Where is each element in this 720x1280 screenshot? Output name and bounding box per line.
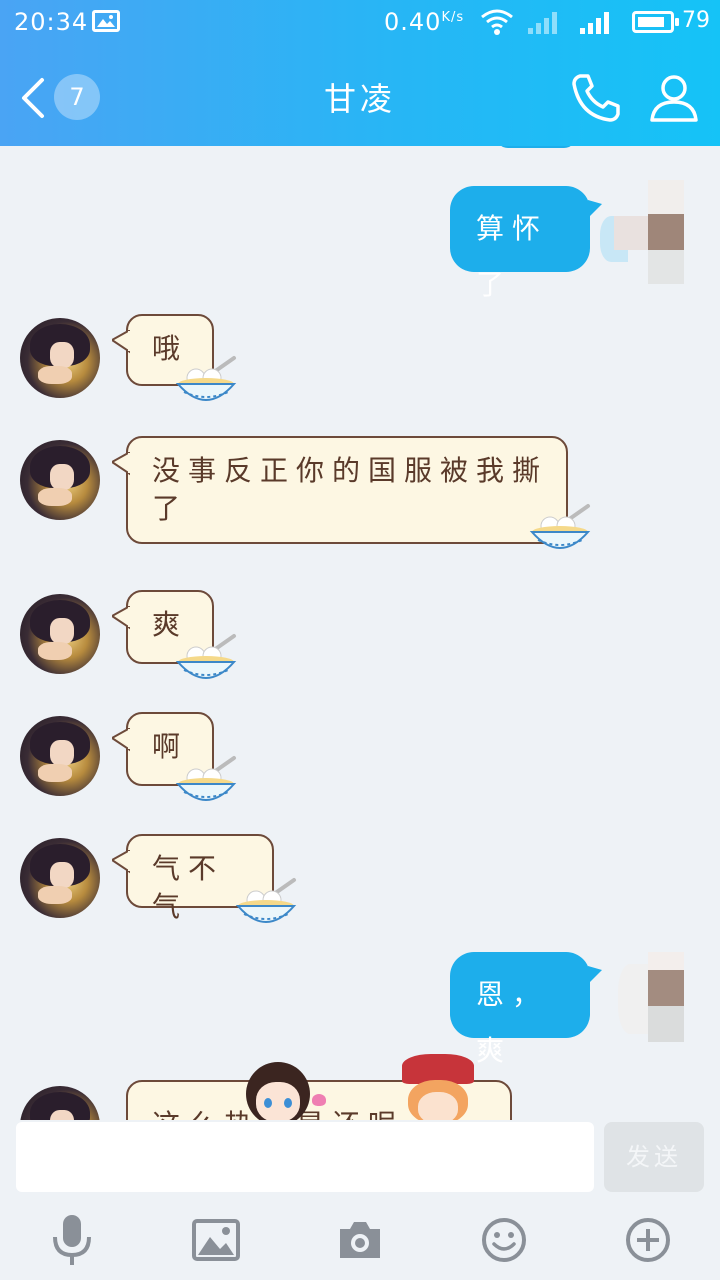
heart-icon <box>312 1094 326 1106</box>
incoming-bubble[interactable]: 没事反正你的国服被我撕了 <box>112 436 568 544</box>
tangyuan-bowl-sticker <box>175 356 237 401</box>
wifi-icon <box>480 8 514 40</box>
contact-avatar[interactable] <box>20 318 100 398</box>
call-button[interactable] <box>568 70 624 126</box>
voice-button[interactable] <box>44 1210 100 1270</box>
input-toolbar <box>0 1210 720 1274</box>
outgoing-bubble[interactable]: 算怀了 <box>450 186 602 301</box>
message-row: 算怀了 <box>0 180 720 301</box>
outgoing-bubble[interactable]: 恩，爽 <box>450 952 602 1067</box>
signal-sim2-icon <box>578 8 616 40</box>
status-bar: 20:34 0.40K/s 79 <box>0 0 720 46</box>
tangyuan-bowl-sticker <box>235 878 297 923</box>
message-input[interactable] <box>16 1122 594 1192</box>
message-text: 恩，爽 <box>476 978 549 1067</box>
message-text: 气不气 <box>152 852 225 923</box>
my-avatar[interactable] <box>600 180 686 286</box>
status-time: 20:34 <box>14 8 89 36</box>
contact-avatar[interactable] <box>20 440 100 520</box>
chat-header: 20:34 0.40K/s 79 7 甘凌 <box>0 0 720 146</box>
message-row: 这么热…是还呢… <box>0 1054 720 1120</box>
message-row: 哦 <box>0 314 720 424</box>
more-button[interactable] <box>620 1210 676 1270</box>
network-speed: 0.40K/s <box>384 8 464 36</box>
message-row: 啊 <box>0 712 720 822</box>
contact-avatar[interactable] <box>20 594 100 674</box>
contact-avatar[interactable] <box>20 1086 100 1120</box>
phone-icon <box>572 74 620 122</box>
character-face <box>408 1080 468 1120</box>
emoji-icon <box>482 1218 526 1262</box>
signal-sim1-icon <box>526 8 564 40</box>
speed-unit: K/s <box>441 10 465 25</box>
message-text: 没事反正你的国服被我撕了 <box>152 454 549 525</box>
input-area: 发送 <box>0 1120 720 1280</box>
contact-avatar[interactable] <box>20 838 100 918</box>
plus-icon <box>626 1218 670 1262</box>
camera-button[interactable] <box>332 1210 388 1270</box>
message-list[interactable]: 算怀了 哦 没事反正你的国服被我撕了 爽 啊 气不气 恩，爽 <box>0 146 720 1120</box>
battery-level: 79 <box>682 8 710 33</box>
speed-value: 0.40 <box>384 8 442 36</box>
message-row: 爽 <box>0 590 720 700</box>
microphone-icon <box>53 1215 91 1265</box>
album-button[interactable] <box>188 1210 244 1270</box>
message-row: 气不气 <box>0 834 720 944</box>
character-sticker <box>246 1062 310 1120</box>
send-button[interactable]: 发送 <box>604 1122 704 1192</box>
gallery-notification-icon <box>92 10 120 32</box>
battery-icon <box>632 11 679 33</box>
tangyuan-bowl-sticker <box>529 504 591 549</box>
tangyuan-bowl-sticker <box>175 634 237 679</box>
message-row: 没事反正你的国服被我撕了 <box>0 436 720 566</box>
person-icon <box>650 75 698 122</box>
emoji-button[interactable] <box>476 1210 532 1270</box>
my-avatar[interactable] <box>618 952 704 1058</box>
tangyuan-bowl-sticker <box>175 756 237 801</box>
contact-avatar[interactable] <box>20 716 100 796</box>
previous-message-fragment <box>496 146 576 148</box>
message-row: 恩，爽 <box>0 952 720 1067</box>
message-text: 算怀了 <box>476 212 549 301</box>
profile-button[interactable] <box>646 70 702 126</box>
image-icon <box>192 1219 240 1261</box>
camera-icon <box>340 1222 380 1258</box>
